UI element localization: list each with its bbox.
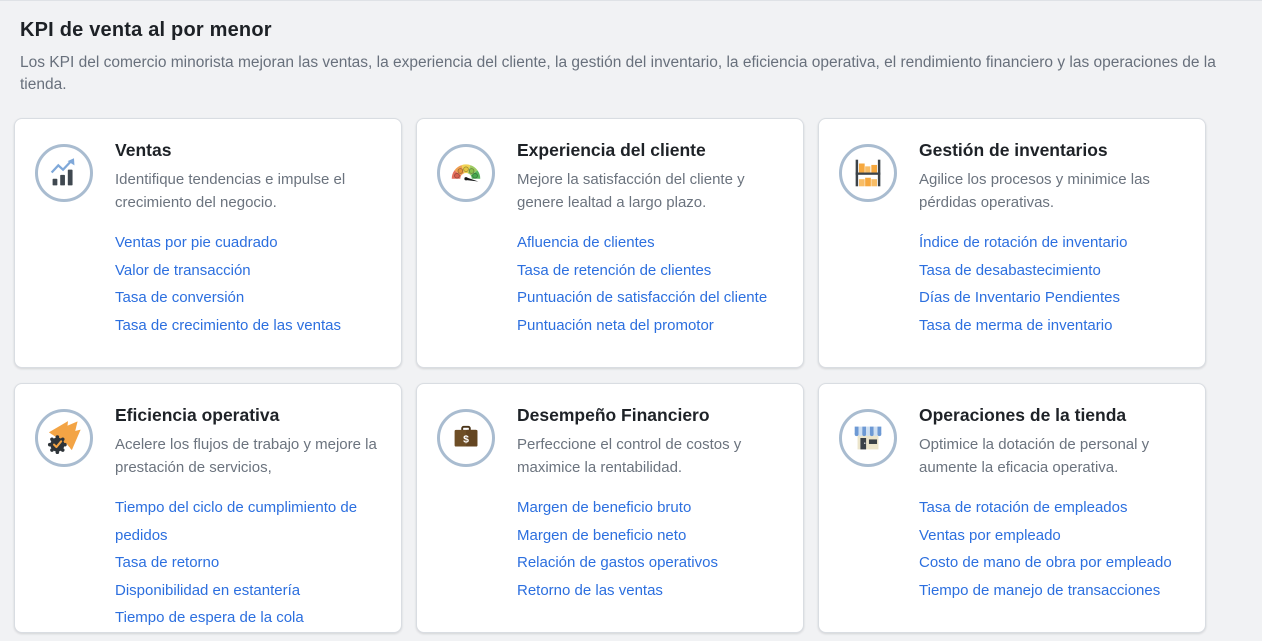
kpi-link[interactable]: Tasa de retención de clientes (517, 257, 787, 285)
kpi-link[interactable]: Costo de mano de obra por empleado (919, 549, 1189, 577)
kpi-link[interactable]: Ventas por pie cuadrado (115, 229, 385, 257)
card-title: Ventas (115, 140, 385, 161)
kpi-link[interactable]: Tasa de retorno (115, 549, 385, 577)
kpi-link[interactable]: Tasa de desabastecimiento (919, 257, 1189, 285)
kpi-link[interactable]: Días de Inventario Pendientes (919, 284, 1189, 312)
kpi-link[interactable]: Puntuación neta del promotor (517, 312, 787, 340)
kpi-link-list: Ventas por pie cuadradoValor de transacc… (115, 229, 385, 339)
kpi-card-eficiencia-operativa: Eficiencia operativa Acelere los flujos … (14, 383, 402, 633)
kpi-card-operaciones-de-la-tienda: Operaciones de la tienda Optimice la dot… (818, 383, 1206, 633)
card-icon-ring (839, 144, 897, 202)
card-title: Operaciones de la tienda (919, 405, 1189, 426)
kpi-link[interactable]: Tasa de merma de inventario (919, 312, 1189, 340)
page-title: KPI de venta al por menor (20, 19, 1242, 42)
kpi-link[interactable]: Tasa de crecimiento de las ventas (115, 312, 385, 340)
svg-text:$: $ (463, 434, 469, 445)
card-title: Desempeño Financiero (517, 405, 787, 426)
kpi-link-list: Tasa de rotación de empleadosVentas por … (919, 494, 1189, 604)
sales-trend-icon (45, 154, 83, 192)
kpi-link[interactable]: Tiempo de manejo de transacciones (919, 577, 1189, 605)
card-icon-ring (35, 144, 93, 202)
card-description: Perfeccione el control de costos y maxim… (517, 433, 787, 479)
kpi-link[interactable]: Tiempo de espera de la cola (115, 604, 385, 632)
kpi-link[interactable]: Tiempo del ciclo de cumplimiento de pedi… (115, 494, 385, 549)
gear-arrows-icon (45, 419, 83, 457)
card-title: Eficiencia operativa (115, 405, 385, 426)
kpi-link[interactable]: Tasa de rotación de empleados (919, 494, 1189, 522)
card-icon-ring: $ (437, 409, 495, 467)
kpi-card-desempeno-financiero: $ Desempeño Financiero Perfeccione el co… (416, 383, 804, 633)
kpi-link[interactable]: Afluencia de clientes (517, 229, 787, 257)
card-title: Gestión de inventarios (919, 140, 1189, 161)
kpi-link[interactable]: Margen de beneficio bruto (517, 494, 787, 522)
storefront-icon (849, 419, 887, 457)
card-description: Agilice los procesos y minimice las pérd… (919, 168, 1189, 214)
briefcase-dollar-icon: $ (447, 419, 485, 457)
kpi-link-list: Índice de rotación de inventarioTasa de … (919, 229, 1189, 339)
card-description: Acelere los flujos de trabajo y mejore l… (115, 433, 385, 479)
kpi-link[interactable]: Ventas por empleado (919, 522, 1189, 550)
page-description: Los KPI del comercio minorista mejoran l… (20, 52, 1242, 96)
card-description: Identifique tendencias e impulse el crec… (115, 168, 385, 214)
kpi-card-grid: Ventas Identifique tendencias e impulse … (14, 118, 1206, 633)
kpi-link[interactable]: Valor de transacción (115, 257, 385, 285)
kpi-card-experiencia-del-cliente: Experiencia del cliente Mejore la satisf… (416, 118, 804, 368)
satisfaction-gauge-icon (447, 154, 485, 192)
card-description: Optimice la dotación de personal y aumen… (919, 433, 1189, 479)
page-header: KPI de venta al por menor Los KPI del co… (0, 1, 1262, 96)
kpi-link[interactable]: Índice de rotación de inventario (919, 229, 1189, 257)
card-icon-ring (839, 409, 897, 467)
kpi-link[interactable]: Disponibilidad en estantería (115, 577, 385, 605)
kpi-link-list: Margen de beneficio brutoMargen de benef… (517, 494, 787, 604)
kpi-link-list: Afluencia de clientesTasa de retención d… (517, 229, 787, 339)
kpi-link[interactable]: Tasa de conversión (115, 284, 385, 312)
kpi-link[interactable]: Retorno de las ventas (517, 577, 787, 605)
kpi-card-ventas: Ventas Identifique tendencias e impulse … (14, 118, 402, 368)
kpi-link[interactable]: Relación de gastos operativos (517, 549, 787, 577)
inventory-shelf-icon (849, 154, 887, 192)
card-description: Mejore la satisfacción del cliente y gen… (517, 168, 787, 214)
card-title: Experiencia del cliente (517, 140, 787, 161)
card-icon-ring (437, 144, 495, 202)
kpi-link-list: Tiempo del ciclo de cumplimiento de pedi… (115, 494, 385, 632)
kpi-link[interactable]: Puntuación de satisfacción del cliente (517, 284, 787, 312)
kpi-card-gestion-de-inventarios: Gestión de inventarios Agilice los proce… (818, 118, 1206, 368)
kpi-link[interactable]: Margen de beneficio neto (517, 522, 787, 550)
card-icon-ring (35, 409, 93, 467)
